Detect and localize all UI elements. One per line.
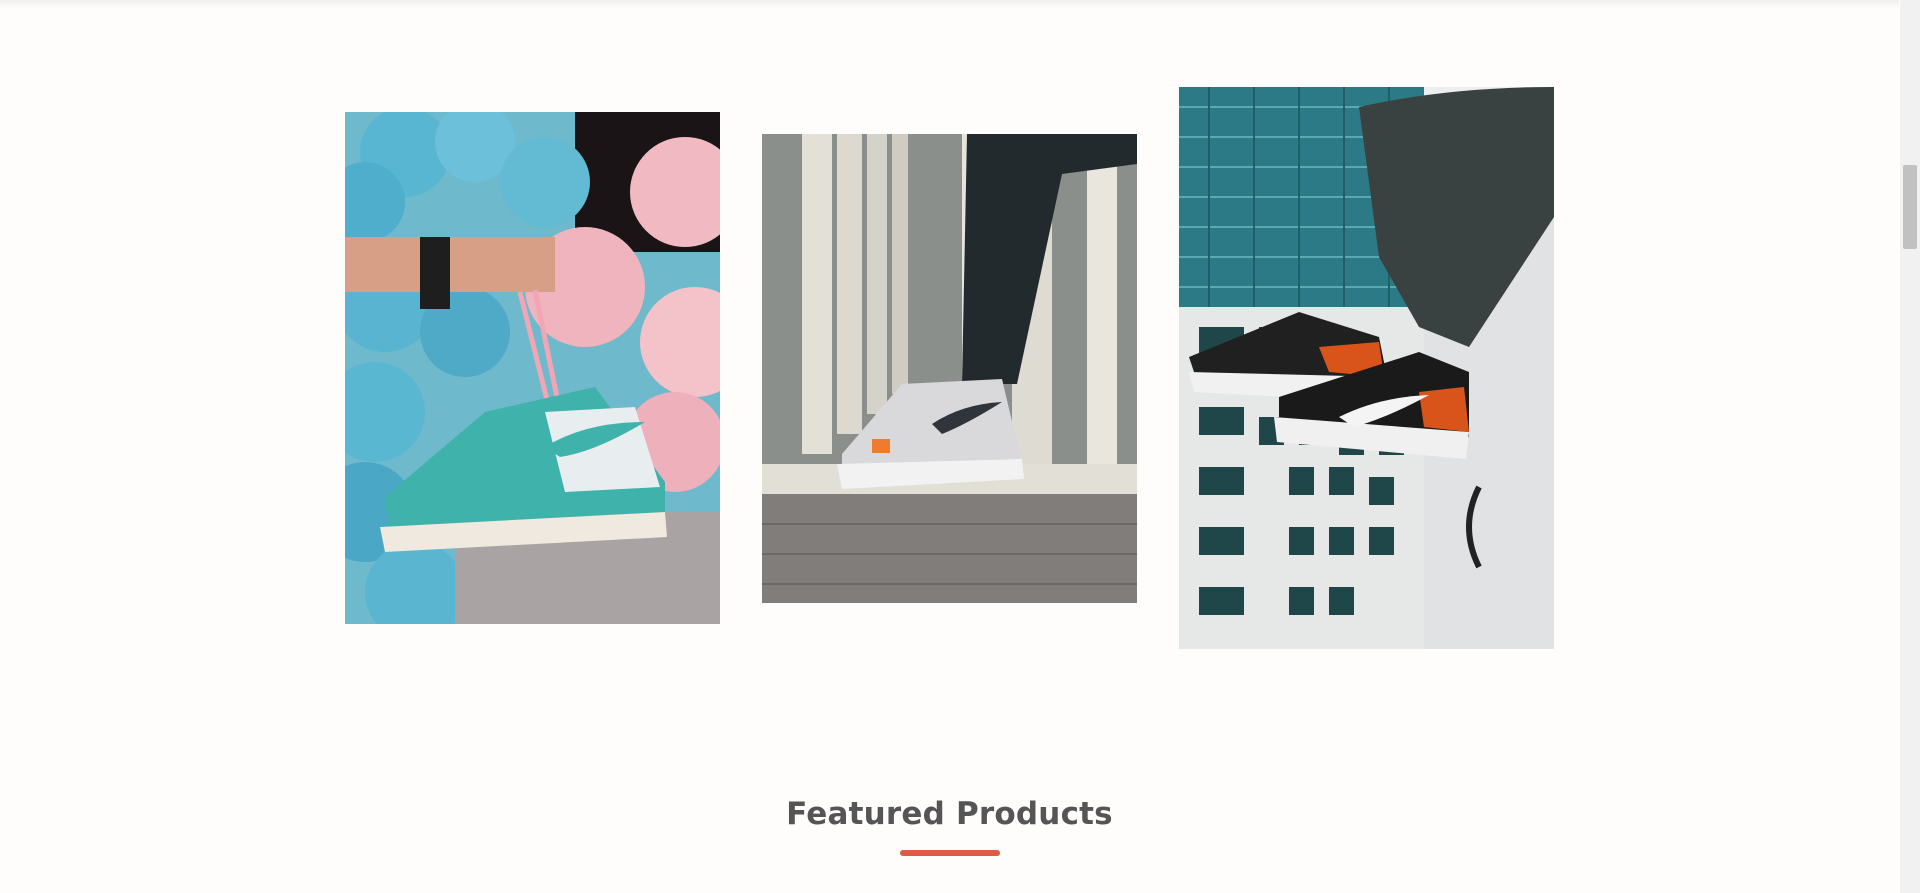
scrollbar-thumb[interactable] [1903,165,1917,249]
page: Featured Products [0,0,1920,893]
gallery-image-teal-sneaker[interactable] [345,112,720,624]
gallery-image-black-orange-sneakers[interactable] [1179,87,1554,649]
featured-products-title: Featured Products [786,796,1113,832]
vertical-scrollbar[interactable] [1900,0,1920,893]
black-orange-sneakers-photo-icon [1179,87,1554,649]
header-shadow [0,0,1899,8]
white-sneaker-photo-icon [762,134,1137,603]
title-underline-accent [900,850,1000,856]
gallery-image-white-sneaker[interactable] [762,134,1137,603]
teal-sneaker-photo-icon [345,112,720,624]
